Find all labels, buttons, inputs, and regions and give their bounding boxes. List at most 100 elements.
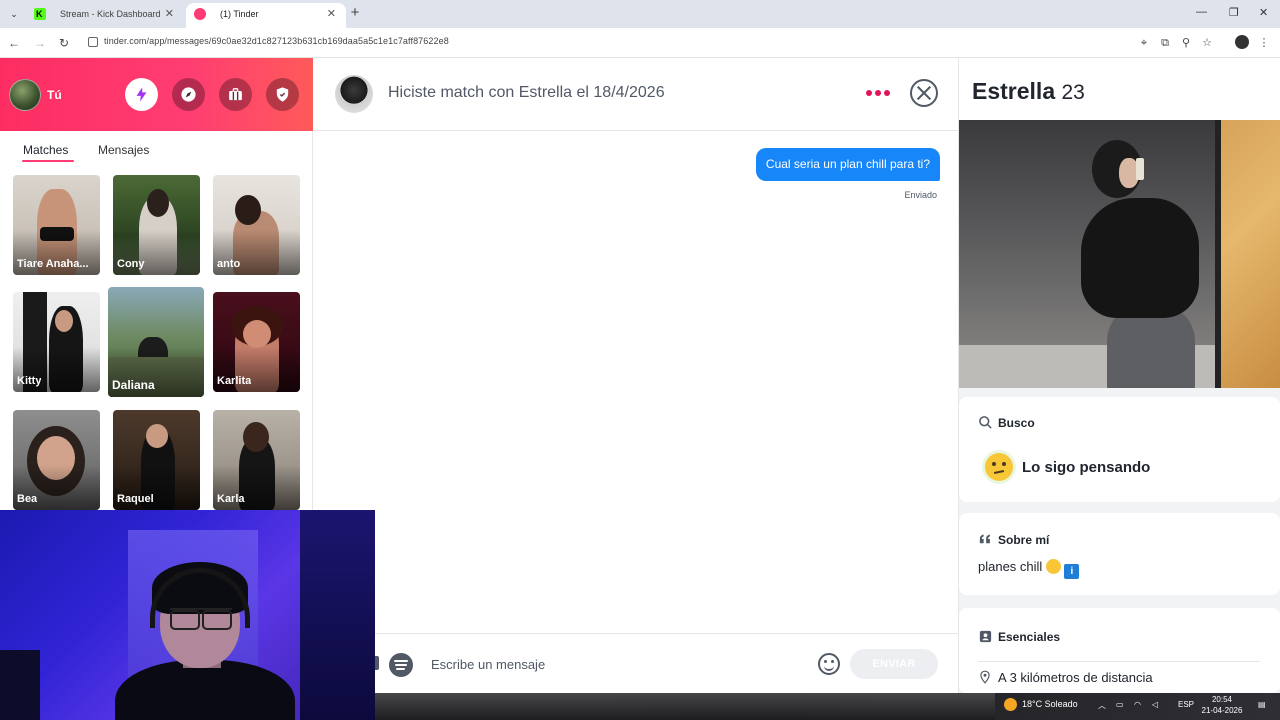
match-card[interactable]: Tiare Anaha...: [13, 175, 100, 275]
wifi-icon[interactable]: ◠: [1134, 700, 1141, 709]
about-heading-text: Sobre mí: [998, 533, 1050, 547]
clock-date: 21-04-2026: [1201, 706, 1243, 715]
match-name: Bea: [17, 493, 38, 505]
safety-button[interactable]: [266, 78, 299, 111]
match-name: Karla: [217, 493, 245, 505]
tab-messages[interactable]: Mensajes: [98, 143, 149, 157]
briefcase-icon: [229, 88, 242, 101]
chat-header: Hiciste match con Estrella el 18/4/2026: [313, 58, 959, 131]
reload-icon[interactable]: ↻: [56, 35, 72, 51]
match-card[interactable]: Karla: [213, 410, 300, 510]
minimize-icon[interactable]: —: [1196, 6, 1207, 18]
forward-icon[interactable]: →: [32, 35, 48, 51]
browser-menu-icon[interactable]: ⋮: [1257, 36, 1271, 50]
bookmark-star-icon[interactable]: ☆: [1200, 36, 1214, 50]
match-name: anto: [217, 258, 241, 270]
looking-for-heading: Busco: [978, 416, 1035, 430]
url-field[interactable]: tinder.com/app/messages/69c0ae32d1c82712…: [104, 36, 449, 46]
quote-icon: [979, 534, 990, 544]
back-icon[interactable]: ←: [6, 35, 22, 51]
taskbar: [375, 693, 1280, 720]
match-card[interactable]: anto: [213, 175, 300, 275]
match-name: Cony: [117, 258, 145, 270]
looking-for-heading-text: Busco: [998, 416, 1035, 430]
tinder-icon: [194, 8, 206, 20]
new-tab-button[interactable]: +: [346, 4, 364, 22]
looking-for-value: Lo sigo pensando: [985, 453, 1175, 483]
looking-for-text: Lo sigo pensando: [1022, 459, 1151, 476]
clock-time: 20:54: [1211, 695, 1233, 704]
close-tab-icon[interactable]: ✕: [327, 3, 336, 25]
browser-tabstrip: ⌄ Stream - Kick Dashboard ✕ (1) Tinder ✕…: [0, 0, 1280, 28]
profile-panel: Estrella 23 Busco Lo sigo pensando Sobre…: [959, 58, 1280, 693]
match-card[interactable]: Karlita: [213, 292, 300, 392]
browser-profile-avatar[interactable]: [1235, 35, 1249, 49]
profile-photo[interactable]: [959, 120, 1280, 388]
match-name: Raquel: [117, 493, 154, 505]
sent-message-bubble: Cual seria un plan chill para ti?: [755, 148, 940, 181]
match-card[interactable]: Cony: [113, 175, 200, 275]
boost-button[interactable]: [125, 78, 158, 111]
notifications-icon[interactable]: ▤: [1258, 700, 1266, 709]
tray-chevron-icon[interactable]: ︿: [1098, 700, 1106, 711]
emoji-icon[interactable]: [818, 653, 840, 675]
briefcase-button[interactable]: [219, 78, 252, 111]
shield-icon: [276, 87, 289, 102]
spotify-icon[interactable]: [389, 653, 413, 677]
message-status: Enviado: [904, 190, 937, 200]
match-card[interactable]: Raquel: [113, 410, 200, 510]
restore-icon[interactable]: ❐: [1229, 6, 1239, 19]
volume-icon[interactable]: ◁: [1152, 700, 1158, 709]
close-window-icon[interactable]: ✕: [1259, 6, 1268, 19]
more-options-icon[interactable]: [866, 84, 892, 102]
webcam-overlay: [0, 510, 375, 720]
language-indicator[interactable]: ESP: [1178, 700, 1194, 709]
match-card[interactable]: Kitty: [13, 292, 100, 392]
match-card[interactable]: Daliana: [108, 287, 204, 397]
divider: [978, 661, 1260, 662]
match-avatar[interactable]: [335, 75, 373, 113]
essentials-card: Esenciales A 3 kilómetros de distancia: [959, 608, 1280, 693]
thinking-face-icon: [985, 453, 1013, 481]
kick-icon: [34, 3, 46, 25]
location-icon[interactable]: ⌖: [1137, 36, 1151, 50]
profile-header: Estrella 23: [959, 58, 1280, 120]
explore-icon: [181, 87, 196, 102]
tab-title: Stream - Kick Dashboard: [60, 9, 161, 19]
close-chat-icon[interactable]: [910, 79, 938, 107]
about-card: Sobre mí planes chill i: [959, 513, 1280, 595]
match-card[interactable]: Bea: [13, 410, 100, 510]
explore-button[interactable]: [172, 78, 205, 111]
tab-search-icon[interactable]: ⌄: [6, 6, 22, 22]
address-bar-row: ← → ↻ tinder.com/app/messages/69c0ae32d1…: [0, 28, 1280, 58]
site-info-icon[interactable]: [88, 37, 98, 47]
install-icon[interactable]: ⧉: [1158, 36, 1172, 50]
match-name: Kitty: [17, 375, 42, 387]
chat-panel: Hiciste match con Estrella el 18/4/2026 …: [313, 58, 959, 693]
tab-title: (1) Tinder: [220, 9, 259, 19]
weather-text: 18°C Soleado: [1022, 699, 1078, 709]
info-emoji-icon: i: [1064, 564, 1080, 579]
message-input[interactable]: [431, 650, 811, 678]
chat-title: Hiciste match con Estrella el 18/4/2026: [388, 84, 665, 101]
location-pin-icon: [980, 670, 990, 684]
about-heading: Sobre mí: [978, 533, 1049, 547]
close-tab-icon[interactable]: ✕: [165, 3, 174, 25]
profile-age: 23: [1061, 81, 1085, 104]
profile-name: Estrella: [972, 78, 1056, 104]
browser-tab-kick[interactable]: Stream - Kick Dashboard ✕: [26, 3, 184, 28]
tab-matches[interactable]: Matches: [23, 143, 68, 157]
my-profile-label[interactable]: Tú: [47, 88, 62, 102]
clock[interactable]: 20:54 21-04-2026: [1200, 694, 1244, 716]
zoom-icon[interactable]: ⚲: [1179, 36, 1193, 50]
active-tab-indicator: [22, 160, 74, 162]
weather-widget[interactable]: 18°C Soleado: [1004, 698, 1078, 711]
my-avatar[interactable]: [9, 79, 41, 111]
match-name: Karlita: [217, 375, 252, 387]
send-button[interactable]: ENVIAR: [850, 649, 938, 679]
matches-sidebar: Tú Matches Mensajes Tiare Anaha... Cony …: [0, 58, 313, 510]
browser-tab-tinder[interactable]: (1) Tinder ✕: [186, 3, 346, 28]
search-icon: [979, 416, 992, 429]
essentials-heading-text: Esenciales: [998, 630, 1061, 644]
network-icon[interactable]: ▭: [1116, 700, 1124, 709]
